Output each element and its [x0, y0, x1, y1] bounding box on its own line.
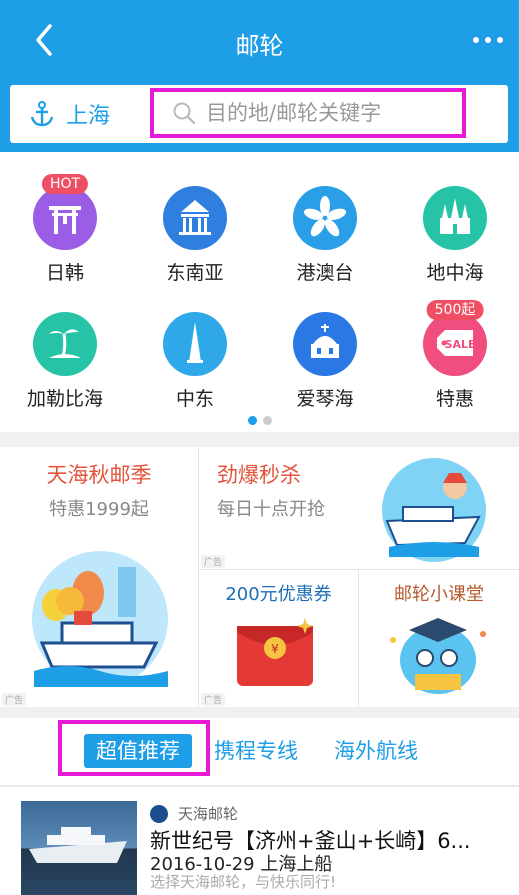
cruise-illustration	[32, 551, 168, 687]
category-aegean[interactable]: 爱琴海	[260, 312, 390, 411]
promo-title: 200元优惠券	[225, 584, 332, 605]
promo-subtitle: 特惠1999起	[49, 499, 149, 520]
category-special-offer[interactable]: SALE 500起 特惠	[390, 300, 519, 411]
ad-label: 广告	[201, 693, 226, 706]
category-label: 爱琴海	[296, 388, 354, 410]
promo-cruise-lessons[interactable]: 邮轮小课堂	[359, 570, 519, 707]
promo-coupon[interactable]: 200元优惠券 ¥ 广告	[199, 570, 358, 707]
category-label: 港澳台	[296, 262, 354, 284]
page-title: 邮轮	[235, 32, 284, 60]
category-japan-korea[interactable]: HOT 日韩	[0, 174, 130, 285]
torii-gate-icon: HOT	[33, 174, 97, 250]
cruise-list-item[interactable]: 天海邮轮 新世纪号【济州+釜山+长崎】6... 2016-10-29 上海上船 …	[0, 787, 519, 895]
promo-flash-sale[interactable]: 劲爆秒杀 每日十点开抢 广告	[199, 447, 519, 569]
pirate-ship-illustration	[382, 458, 486, 562]
city-selector[interactable]: 上海	[30, 99, 110, 129]
price-badge: 500起	[426, 300, 484, 320]
tab-value-picks[interactable]: 超值推荐	[84, 734, 192, 768]
tower-icon	[163, 312, 227, 376]
page-dot	[262, 416, 272, 425]
promo-title: 邮轮小课堂	[394, 584, 484, 605]
recommend-tabs: 超值推荐 携程专线 海外航线	[0, 718, 519, 786]
destination-grid: HOT 日韩 东南亚 港澳台 地中海 加勒比海 中东 爱琴海 SALE 500起…	[0, 152, 519, 432]
category-mediterranean[interactable]: 地中海	[390, 186, 519, 285]
hot-badge: HOT	[41, 174, 89, 194]
cruise-line-logo-icon	[150, 804, 168, 823]
search-icon	[173, 102, 196, 125]
brand-name: 天海邮轮	[178, 805, 239, 823]
page-dot-active	[247, 416, 257, 425]
tab-overseas-routes[interactable]: 海外航线	[334, 734, 418, 768]
red-envelope-icon: ¥	[237, 618, 313, 686]
palm-island-icon	[33, 312, 97, 376]
category-middle-east[interactable]: 中东	[130, 312, 260, 411]
app-header: 邮轮 上海	[0, 0, 519, 152]
tab-ctrip-line[interactable]: 携程专线	[214, 734, 298, 768]
search-field-highlight[interactable]	[150, 88, 466, 138]
page-indicator	[0, 410, 519, 429]
category-label: 东南亚	[166, 262, 224, 284]
category-label: 特惠	[435, 388, 474, 410]
bauhinia-icon	[293, 186, 357, 250]
more-dots-icon[interactable]	[468, 30, 508, 50]
mascot-scholar-illustration	[390, 618, 486, 694]
svg-text:SALE: SALE	[445, 338, 476, 351]
sale-tag-icon: SALE 500起	[423, 300, 487, 376]
cruise-slogan: 选择天海邮轮，与快乐同行!	[150, 873, 337, 891]
category-hk-macau-taiwan[interactable]: 港澳台	[260, 186, 390, 285]
ad-label: 广告	[201, 555, 226, 568]
category-label: 加勒比海	[26, 388, 103, 410]
search-bar: 上海	[10, 85, 508, 143]
promo-panel: 天海秋邮季 特惠1999起 广告 劲爆秒杀 每日十点开抢 广告 200元优惠券 …	[0, 447, 519, 707]
category-label: 日韩	[45, 262, 84, 284]
category-label: 地中海	[426, 262, 484, 284]
cruise-brand: 天海邮轮	[150, 803, 238, 824]
promo-subtitle: 每日十点开抢	[217, 499, 325, 520]
search-input[interactable]	[206, 101, 456, 125]
dome-church-icon	[293, 312, 357, 376]
promo-autumn-season[interactable]: 天海秋邮季 特惠1999起 广告	[0, 447, 198, 707]
cathedral-icon	[423, 186, 487, 250]
temple-icon	[163, 186, 227, 250]
category-caribbean[interactable]: 加勒比海	[0, 312, 130, 411]
city-label: 上海	[66, 104, 111, 129]
category-southeast-asia[interactable]: 东南亚	[130, 186, 260, 285]
promo-title: 劲爆秒杀	[217, 463, 301, 487]
cruise-thumbnail	[21, 801, 137, 895]
anchor-icon	[30, 101, 54, 127]
category-label: 中东	[175, 388, 214, 410]
svg-text:¥: ¥	[271, 642, 279, 656]
ad-label: 广告	[2, 693, 27, 706]
promo-title: 天海秋邮季	[46, 463, 152, 487]
